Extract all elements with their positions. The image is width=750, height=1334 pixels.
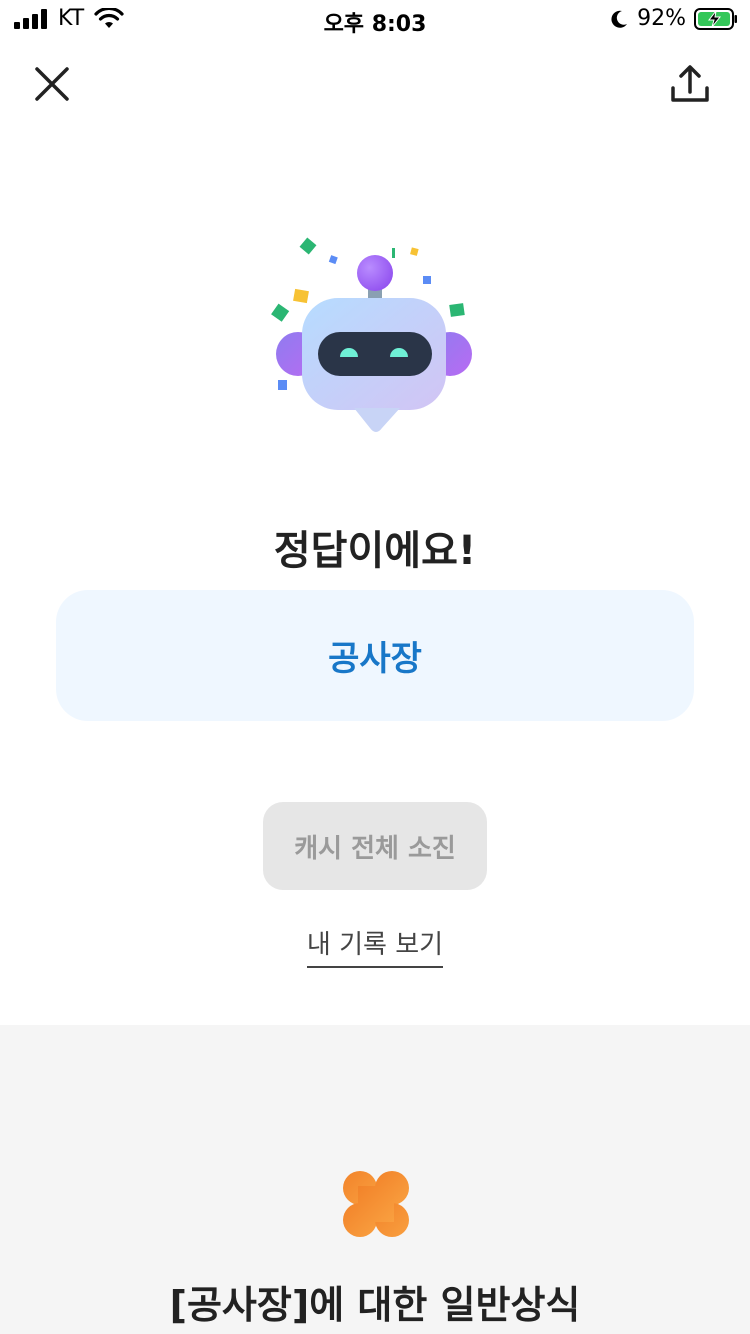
battery-charging-icon: [694, 7, 737, 30]
close-button[interactable]: [30, 62, 74, 106]
close-icon: [35, 67, 69, 101]
robot-mascot-icon: [271, 237, 472, 432]
result-title: 정답이에요!: [273, 528, 477, 574]
clover-icon: [343, 1171, 409, 1237]
share-icon: [671, 65, 709, 102]
cash-exhausted-button[interactable]: 캐시 전체 소진: [263, 802, 487, 890]
battery-percent: 92%: [637, 6, 686, 31]
share-button[interactable]: [668, 62, 712, 106]
knowledge-title: [공사장]에 대한 일반상식: [169, 1283, 581, 1327]
history-link[interactable]: 내 기록 보기: [306, 930, 444, 968]
answer-card: 공사장: [56, 590, 694, 721]
moon-icon: [611, 10, 628, 28]
status-bar: KT 오후 8:03 92%: [0, 0, 750, 40]
answer-text: 공사장: [328, 639, 422, 679]
history-link-container: 내 기록 보기: [0, 924, 750, 968]
